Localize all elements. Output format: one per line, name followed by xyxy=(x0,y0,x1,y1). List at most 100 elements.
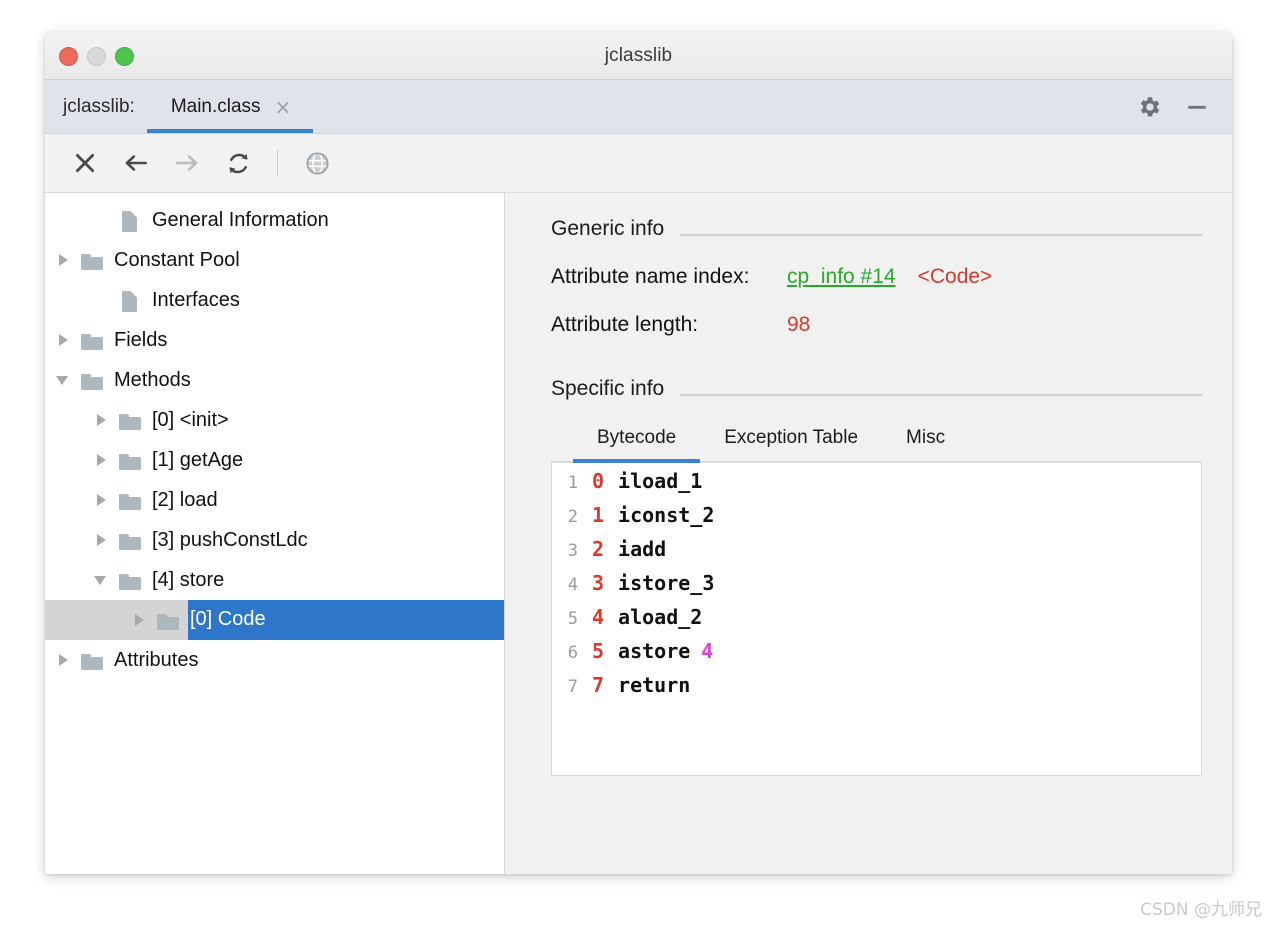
bytecode-listing[interactable]: 10iload_121iconst_232iadd43istore_354alo… xyxy=(551,463,1202,776)
specific-info-header: Specific info xyxy=(551,377,1202,401)
tree-spacer xyxy=(93,291,111,309)
bytecode-line: 10iload_1 xyxy=(552,469,1201,503)
line-number: 6 xyxy=(552,643,578,663)
tree-node[interactable]: [0] Code xyxy=(45,600,504,640)
document-icon xyxy=(119,209,142,232)
bytecode-offset: 2 xyxy=(592,537,604,561)
bytecode-mnemonic: return xyxy=(618,673,690,697)
tree-node[interactable]: [3] pushConstLdc xyxy=(45,520,504,560)
class-structure-tree: General Information Constant Pool Interfac… xyxy=(45,193,505,874)
folder-icon xyxy=(81,649,104,672)
chevron-right-icon[interactable] xyxy=(93,451,111,469)
tree-node[interactable]: Constant Pool xyxy=(45,240,504,280)
tree-node-label: [2] load xyxy=(152,489,218,512)
bytecode-line: 65 astore 4 xyxy=(552,639,1201,673)
tree-node[interactable]: Fields xyxy=(45,320,504,360)
tab-label: Bytecode xyxy=(597,427,676,448)
close-icon[interactable]: × xyxy=(275,97,292,117)
folder-icon xyxy=(119,449,142,472)
bytecode-mnemonic: aload_2 xyxy=(618,605,702,629)
bytecode-offset: 7 xyxy=(592,673,604,697)
tree-node[interactable]: Interfaces xyxy=(45,280,504,320)
section-rule xyxy=(680,394,1202,396)
line-number: 2 xyxy=(552,507,578,527)
chevron-right-icon[interactable] xyxy=(55,651,73,669)
toolbar-separator xyxy=(277,150,278,176)
folder-icon xyxy=(119,489,142,512)
back-icon[interactable] xyxy=(112,141,160,185)
detail-tabstrip: Bytecode Exception Table Misc xyxy=(551,427,1202,463)
tab-misc[interactable]: Misc xyxy=(882,427,969,461)
tree-node-label: Fields xyxy=(114,329,167,352)
folder-icon xyxy=(119,569,142,592)
bytecode-mnemonic: iload_1 xyxy=(618,469,702,493)
jclasslib-window: jclasslib jclasslib: Main.class × xyxy=(45,32,1232,874)
tree-node-label: [0] <init> xyxy=(152,409,229,432)
generic-info-title: Generic info xyxy=(551,217,664,241)
gear-icon[interactable] xyxy=(1136,94,1162,120)
tree-node[interactable]: Methods xyxy=(45,360,504,400)
forward-icon xyxy=(163,141,211,185)
chevron-right-icon[interactable] xyxy=(93,491,111,509)
tab-bytecode[interactable]: Bytecode xyxy=(573,427,700,461)
bytecode-offset: 4 xyxy=(592,605,604,629)
tab-exception-table[interactable]: Exception Table xyxy=(700,427,882,461)
minimize-icon[interactable] xyxy=(1184,94,1210,120)
folder-icon xyxy=(119,529,142,552)
bytecode-line: 32iadd xyxy=(552,537,1201,571)
chevron-down-icon[interactable] xyxy=(93,571,111,589)
chevron-down-icon[interactable] xyxy=(55,371,73,389)
attribute-name-index-label: Attribute name index: xyxy=(551,265,787,289)
chevron-right-icon[interactable] xyxy=(93,531,111,549)
line-number: 7 xyxy=(552,677,578,697)
chevron-right-icon[interactable] xyxy=(55,251,73,269)
window-titlebar: jclasslib xyxy=(45,32,1232,80)
tree-node[interactable]: [4] store xyxy=(45,560,504,600)
detail-panel: Generic info Attribute name index: cp_in… xyxy=(505,193,1232,874)
reload-icon[interactable] xyxy=(214,141,262,185)
tree-node-label: [3] pushConstLdc xyxy=(152,529,308,552)
tree-node-label: [0] Code xyxy=(188,600,505,640)
tree-node[interactable]: [0] <init> xyxy=(45,400,504,440)
tree-node[interactable]: General Information xyxy=(45,200,504,240)
tree-node-label: Constant Pool xyxy=(114,249,240,272)
bytecode-offset: 5 xyxy=(592,639,604,663)
folder-icon xyxy=(81,249,104,272)
folder-icon xyxy=(157,609,180,632)
attribute-name-value: <Code> xyxy=(918,265,993,289)
close-icon[interactable] xyxy=(61,141,109,185)
tree-node-label: Attributes xyxy=(114,649,198,672)
bytecode-line: 43 istore_3 xyxy=(552,571,1201,605)
tab-main-class[interactable]: Main.class × xyxy=(147,80,314,133)
folder-icon xyxy=(119,409,142,432)
bytecode-offset: 3 xyxy=(592,571,604,595)
tree-node[interactable]: [2] load xyxy=(45,480,504,520)
cp-info-link[interactable]: cp_info #14 xyxy=(787,265,896,289)
tree-node[interactable]: Attributes xyxy=(45,640,504,680)
attribute-name-index-row: Attribute name index: cp_info #14 <Code> xyxy=(551,265,1202,289)
window-title: jclasslib xyxy=(45,45,1232,67)
watermark: CSDN @九师兄 xyxy=(1140,895,1262,920)
tabbar-actions xyxy=(1136,80,1232,133)
browse-globe-icon xyxy=(293,141,341,185)
folder-icon xyxy=(81,369,104,392)
specific-info-section: Specific info Bytecode Exception Table M… xyxy=(551,377,1202,776)
line-number: 4 xyxy=(552,575,578,595)
tree-node-label: Methods xyxy=(114,369,191,392)
chevron-right-icon[interactable] xyxy=(131,611,149,629)
section-rule xyxy=(680,234,1202,236)
chevron-right-icon[interactable] xyxy=(93,411,111,429)
tree-spacer xyxy=(93,211,111,229)
bytecode-mnemonic: astore xyxy=(618,639,690,663)
bytecode-operand: 4 xyxy=(701,639,713,663)
tree-node-label: [1] getAge xyxy=(152,449,243,472)
chevron-right-icon[interactable] xyxy=(55,331,73,349)
tree-node-label: Interfaces xyxy=(152,289,240,312)
generic-info-header: Generic info xyxy=(551,217,1202,241)
tree-node[interactable]: [1] getAge xyxy=(45,440,504,480)
bytecode-mnemonic: istore_3 xyxy=(618,571,714,595)
tab-label: Main.class xyxy=(171,96,275,118)
document-icon xyxy=(119,289,142,312)
specific-info-title: Specific info xyxy=(551,377,664,401)
bytecode-line: 54aload_2 xyxy=(552,605,1201,639)
